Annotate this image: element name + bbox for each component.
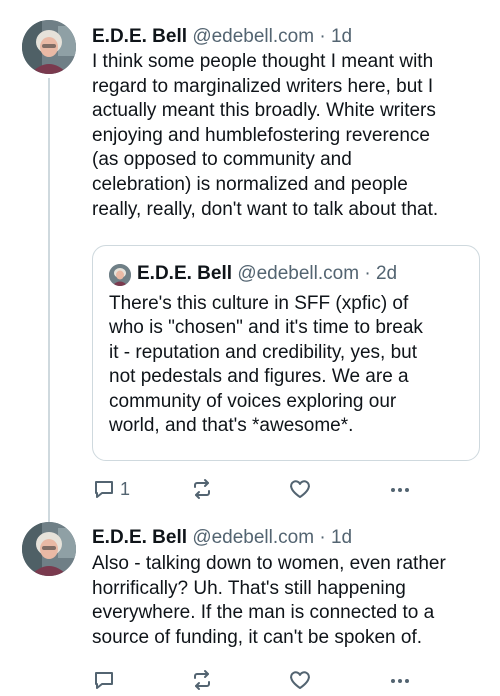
quote-text: There's this culture in SFF (xpfic) of w… <box>109 293 423 437</box>
repost-icon <box>194 479 210 499</box>
post-text: Also - talking down to women, even rathe… <box>92 553 446 648</box>
like-button[interactable] <box>288 666 316 694</box>
reply-icon <box>95 672 113 689</box>
more-options-icon <box>391 488 409 492</box>
quote-time: 2d <box>375 263 398 284</box>
author-handle[interactable]: @edebell.com <box>192 527 314 548</box>
quote-avatar <box>109 264 131 286</box>
reply-button[interactable] <box>92 666 120 694</box>
more-options-icon <box>391 679 409 683</box>
reply-count: 1 <box>120 478 131 499</box>
repost-button[interactable] <box>190 666 218 694</box>
avatar[interactable] <box>22 20 76 74</box>
repost-icon <box>194 670 210 690</box>
post-header: E.D.E. Bell @edebell.com · 1d <box>92 25 352 49</box>
separator: · <box>319 527 326 548</box>
repost-button[interactable] <box>190 475 218 503</box>
author-name[interactable]: E.D.E. Bell <box>92 26 187 47</box>
more-options-button[interactable] <box>388 666 412 694</box>
post-time[interactable]: 1d <box>331 26 352 47</box>
post-actions <box>92 666 422 694</box>
separator: · <box>319 26 326 47</box>
reply-icon <box>95 481 113 498</box>
quote-author-handle: @edebell.com <box>237 263 360 284</box>
separator: · <box>364 263 371 284</box>
author-name[interactable]: E.D.E. Bell <box>92 527 187 548</box>
post-time[interactable]: 1d <box>331 527 352 548</box>
like-button[interactable] <box>288 475 316 503</box>
post-header: E.D.E. Bell @edebell.com · 1d <box>92 526 352 550</box>
quote-header: E.D.E. Bell @edebell.com · 2d <box>137 262 397 286</box>
quote-author-name: E.D.E. Bell <box>137 263 233 284</box>
author-handle[interactable]: @edebell.com <box>192 26 314 47</box>
post-actions: 1 <box>92 475 422 503</box>
reply-button[interactable]: 1 <box>92 475 130 503</box>
more-options-button[interactable] <box>388 475 412 503</box>
heart-icon <box>290 671 310 689</box>
post-text: I think some people thought I meant with… <box>92 51 439 220</box>
heart-icon <box>290 480 310 498</box>
quoted-post[interactable]: E.D.E. Bell @edebell.com · 2d There's th… <box>92 245 480 461</box>
thread-line <box>48 78 50 530</box>
avatar[interactable] <box>22 522 76 576</box>
